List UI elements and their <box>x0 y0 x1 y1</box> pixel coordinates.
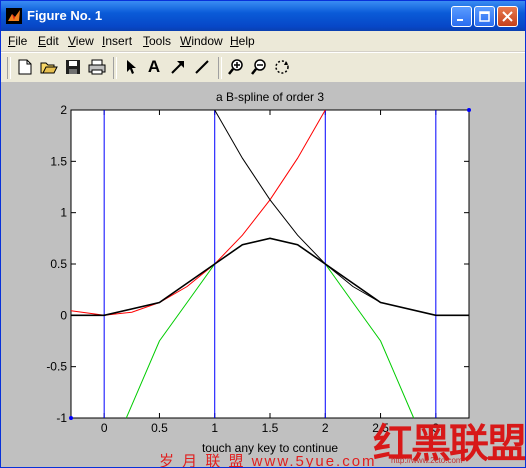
toolbar-separator <box>113 57 117 79</box>
toolbar: A <box>1 52 525 83</box>
menu-edit[interactable]: Edit <box>38 34 59 48</box>
maximize-icon <box>479 11 490 22</box>
plot-svg[interactable]: a B-spline of order 3 touch any key to c… <box>1 82 525 467</box>
toolbar-separator <box>218 57 222 79</box>
rotate-3d-button[interactable] <box>272 57 292 77</box>
text-A-icon: A <box>147 57 161 76</box>
y-tick-label: 0 <box>60 308 67 322</box>
line-icon <box>195 60 209 74</box>
x-tick-label: 0.5 <box>151 421 168 435</box>
y-tick-label: -1 <box>56 411 67 425</box>
y-tick-label: 1 <box>60 206 67 220</box>
close-icon <box>502 11 513 22</box>
x-tick-label: 1.5 <box>262 421 279 435</box>
watermark-text: 岁 月 联 盟 www.5yue.com <box>159 453 377 468</box>
y-tick-label: 2 <box>60 103 67 117</box>
print-button[interactable] <box>87 57 107 77</box>
menu-file[interactable]: File <box>8 34 27 48</box>
rotate-icon <box>275 60 289 74</box>
insert-text-button[interactable]: A <box>144 57 164 77</box>
close-button[interactable] <box>497 6 518 27</box>
menu-window[interactable]: Window <box>180 34 223 48</box>
figure-window: Figure No. 1 File Edit View Insert Tools… <box>0 0 526 468</box>
title-bar[interactable]: Figure No. 1 <box>1 1 525 31</box>
menu-view[interactable]: View <box>68 34 94 48</box>
menu-bar: File Edit View Insert Tools Window Help <box>1 31 525 51</box>
zoom-in-button[interactable] <box>226 57 246 77</box>
window-title: Figure No. 1 <box>27 8 103 23</box>
matlab-app-icon <box>6 8 22 24</box>
zoom-out-button[interactable] <box>249 57 269 77</box>
select-arrow-icon <box>127 60 136 74</box>
y-tick-label: 1.5 <box>50 154 67 168</box>
corner-marker <box>467 108 471 112</box>
y-tick-label: -0.5 <box>46 360 67 374</box>
open-file-button[interactable] <box>39 57 59 77</box>
open-folder-icon <box>40 62 58 74</box>
save-button[interactable] <box>63 57 83 77</box>
menu-insert[interactable]: Insert <box>102 34 132 48</box>
insert-arrow-button[interactable] <box>168 57 188 77</box>
y-tick-label: 0.5 <box>50 257 67 271</box>
edit-plot-button[interactable] <box>121 57 141 77</box>
menu-tools[interactable]: Tools <box>143 34 171 48</box>
save-icon <box>66 60 80 74</box>
x-tick-label: 2 <box>322 421 329 435</box>
minimize-icon <box>457 19 463 21</box>
menu-help[interactable]: Help <box>230 34 255 48</box>
zoom-in-icon <box>228 59 243 75</box>
print-icon <box>88 59 106 75</box>
new-figure-button[interactable] <box>15 57 35 77</box>
axes-background <box>70 109 470 419</box>
arrow-icon <box>171 61 184 74</box>
insert-line-button[interactable] <box>192 57 212 77</box>
x-tick-label: 1 <box>211 421 218 435</box>
corner-marker <box>69 416 73 420</box>
zoom-out-icon <box>251 59 266 75</box>
x-tick-label: 0 <box>101 421 108 435</box>
plot-title: a B-spline of order 3 <box>216 90 324 104</box>
maximize-button[interactable] <box>474 6 495 27</box>
new-file-icon <box>18 59 32 75</box>
watermark-url: http://www.2cto.com <box>391 456 463 465</box>
minimize-button[interactable] <box>451 6 472 27</box>
figure-canvas: a B-spline of order 3 touch any key to c… <box>1 82 525 467</box>
toolbar-grip <box>7 57 11 79</box>
